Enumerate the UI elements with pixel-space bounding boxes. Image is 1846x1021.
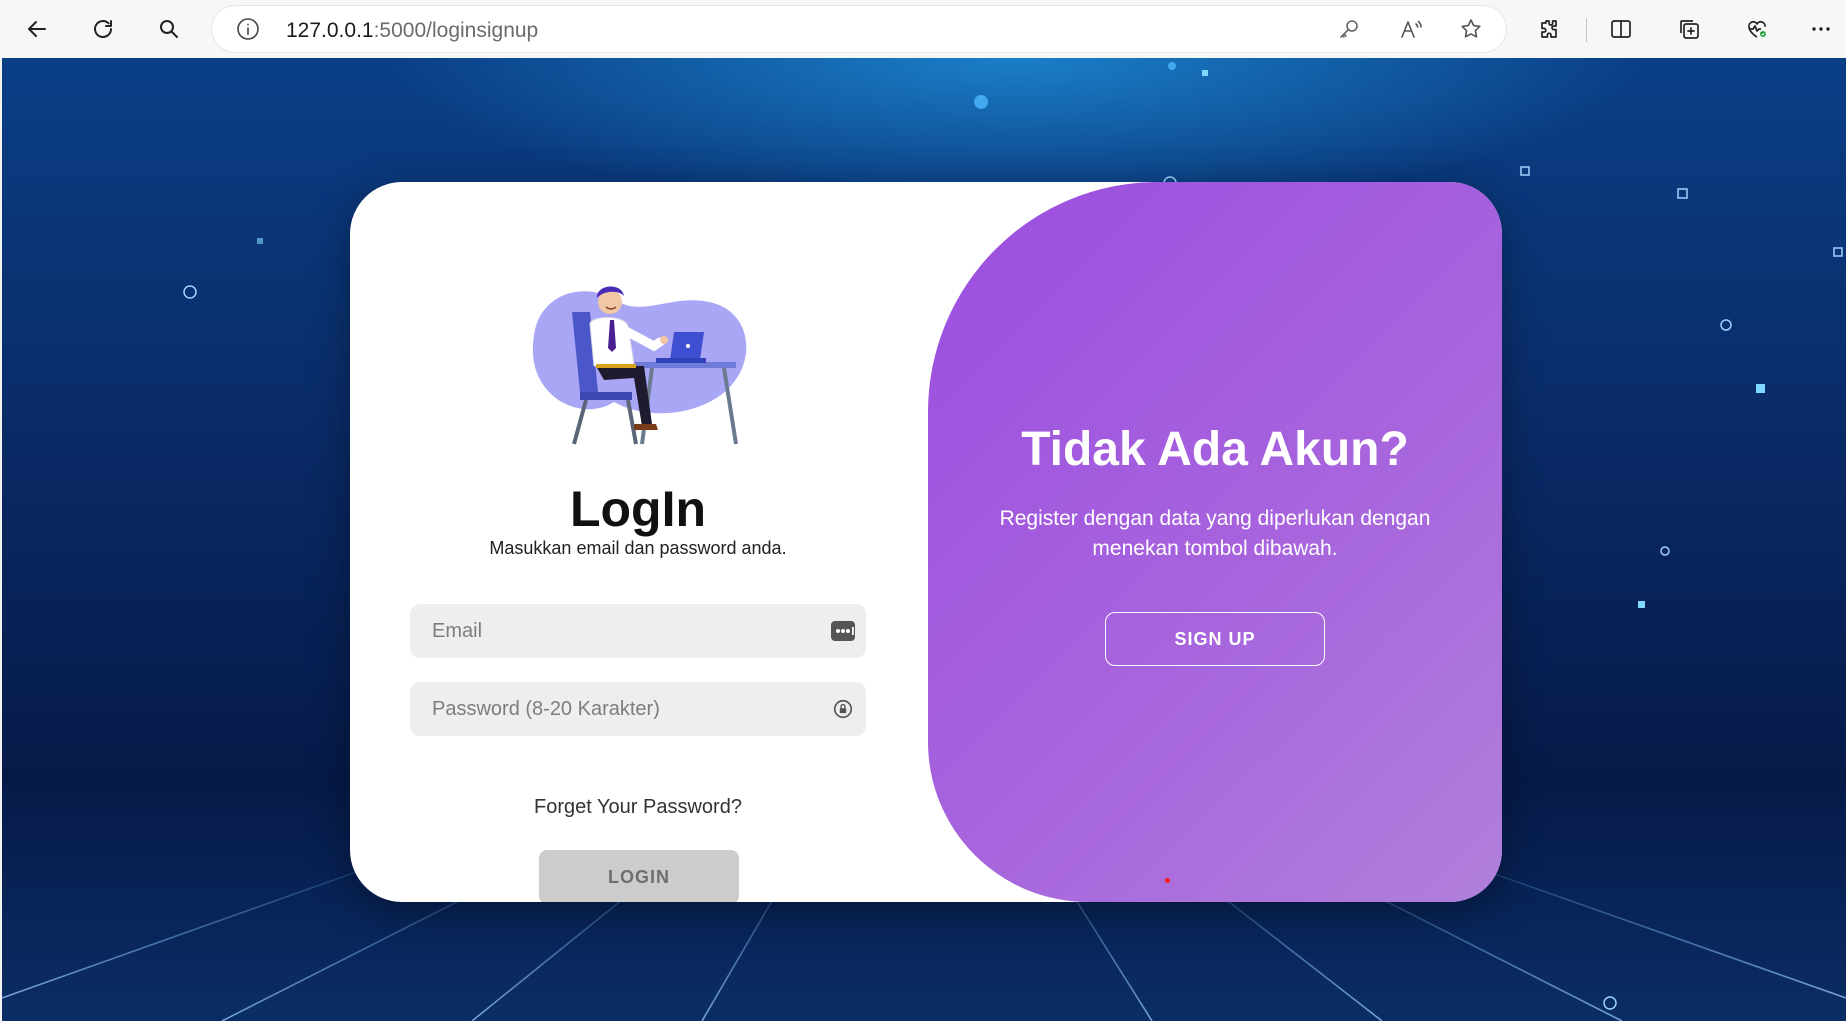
browser-toolbar: 127.0.0.1:5000/loginsignup: [0, 0, 1846, 58]
back-arrow-icon[interactable]: [18, 10, 56, 48]
office-worker-illustration: [532, 286, 747, 445]
page-viewport: LogIn Masukkan email dan password anda. …: [2, 58, 1846, 1021]
url-text[interactable]: 127.0.0.1:5000/loginsignup: [286, 19, 538, 43]
extensions-icon[interactable]: [1530, 10, 1568, 48]
toolbar-divider: [1586, 18, 1587, 42]
signup-panel: Tidak Ada Akun? Register dengan data yan…: [928, 182, 1502, 902]
key-icon[interactable]: [1336, 16, 1362, 42]
signup-title: Tidak Ada Akun?: [1021, 423, 1409, 476]
url-host: 127.0.0.1: [286, 19, 374, 42]
password-field-wrapper: [410, 682, 866, 736]
refresh-icon[interactable]: [84, 10, 122, 48]
favorite-star-icon[interactable]: [1458, 16, 1484, 42]
auth-card: LogIn Masukkan email dan password anda. …: [350, 182, 1502, 902]
address-bar[interactable]: 127.0.0.1:5000/loginsignup: [212, 6, 1506, 52]
collections-icon[interactable]: [1670, 10, 1708, 48]
url-path: :5000/loginsignup: [373, 19, 539, 42]
read-aloud-icon[interactable]: [1398, 16, 1424, 42]
browser-essentials-icon[interactable]: [1738, 10, 1776, 48]
login-button[interactable]: LOGIN: [539, 850, 739, 902]
login-panel: LogIn Masukkan email dan password anda. …: [350, 182, 926, 902]
password-field[interactable]: [410, 682, 866, 736]
password-manager-icon[interactable]: [830, 697, 856, 721]
forgot-password-link[interactable]: Forget Your Password?: [350, 796, 926, 819]
autofill-icon[interactable]: [830, 619, 856, 643]
forgot-password-link-wrapper: Forget Your Password?: [350, 796, 926, 824]
email-field[interactable]: [410, 604, 866, 658]
signup-description: Register dengan data yang diperlukan den…: [999, 507, 1431, 560]
more-options-icon[interactable]: [1802, 10, 1840, 48]
site-info-icon[interactable]: [236, 17, 260, 41]
login-title: LogIn: [569, 481, 707, 537]
login-subtitle: Masukkan email dan password anda.: [489, 538, 787, 558]
search-icon[interactable]: [150, 10, 188, 48]
signup-button[interactable]: SIGN UP: [1105, 612, 1325, 666]
email-field-wrapper: [410, 604, 866, 658]
red-dot-marker: [1165, 878, 1170, 883]
split-screen-icon[interactable]: [1602, 10, 1640, 48]
